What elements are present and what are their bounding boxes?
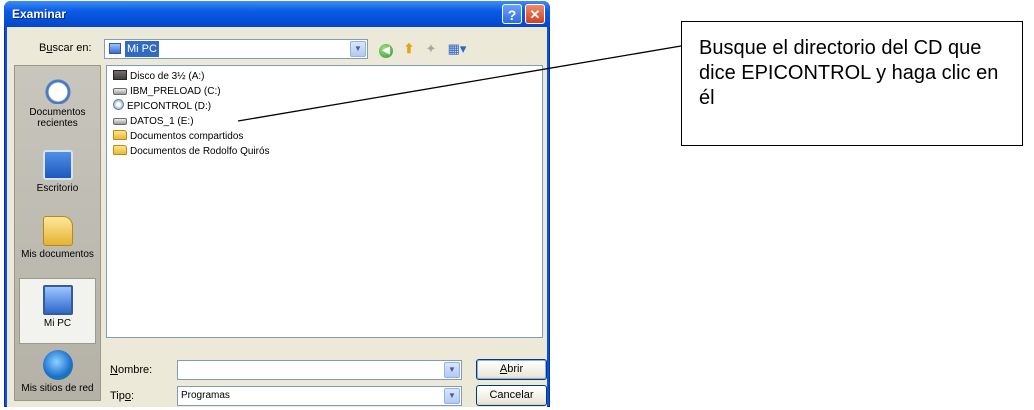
callout-text: Busque el directorio del CD que dice EPI… (699, 37, 999, 109)
instruction-callout: Busque el directorio del CD que dice EPI… (681, 21, 1023, 146)
pointer-line (237, 45, 682, 122)
